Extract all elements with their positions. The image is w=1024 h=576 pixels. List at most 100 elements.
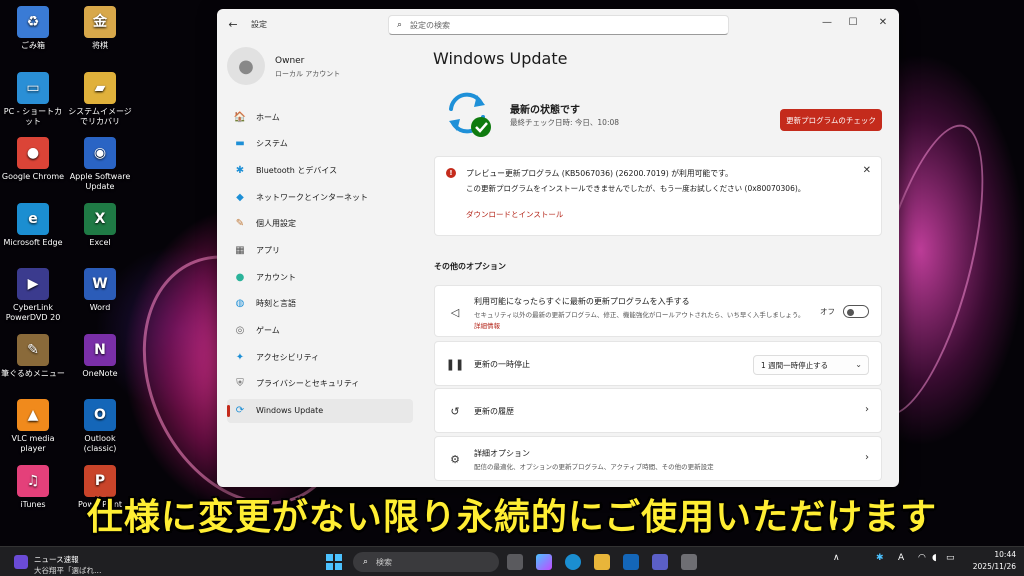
sidebar-item[interactable]: ● アカウント bbox=[227, 265, 413, 289]
desktop-icon[interactable]: ▰ システムイメージでリカバリ bbox=[67, 71, 133, 127]
close-icon[interactable]: ✕ bbox=[863, 165, 871, 176]
sidebar-item-label: Windows Update bbox=[256, 406, 324, 416]
title-bar: ← 設定 ⌕ 設定の検索 — ☐ ✕ bbox=[217, 9, 899, 39]
update-history-option[interactable]: ↺ 更新の履歴 › bbox=[434, 388, 882, 433]
sidebar-item-label: ホーム bbox=[256, 112, 280, 122]
desktop-icon[interactable]: ▶ CyberLink PowerDVD 20 bbox=[0, 268, 66, 323]
taskbar-search-box[interactable]: ⌕ 検索 bbox=[353, 552, 499, 572]
desktop-icon-label: 将棋 bbox=[92, 41, 108, 50]
battery-icon[interactable]: ▭ bbox=[946, 553, 955, 563]
option-title: 更新の一時停止 bbox=[474, 360, 530, 369]
app-icon: ✎ bbox=[17, 333, 49, 366]
file-explorer-icon[interactable] bbox=[594, 554, 610, 570]
desktop-icon[interactable]: e Microsoft Edge bbox=[0, 202, 66, 248]
desktop-icon-label: ごみ箱 bbox=[21, 41, 45, 50]
sidebar-item[interactable]: ◍ 時刻と言語 bbox=[227, 292, 413, 316]
sidebar-item[interactable]: ▦ アプリ bbox=[227, 238, 413, 262]
sidebar-item[interactable]: ▬ システム bbox=[227, 132, 413, 156]
desktop-icon[interactable]: O Outlook (classic) bbox=[67, 399, 133, 454]
ime-indicator[interactable]: A bbox=[898, 553, 904, 563]
sidebar-item[interactable]: ⛨ プライバシーとセキュリティ bbox=[227, 372, 413, 396]
maximize-button[interactable]: ☐ bbox=[839, 13, 867, 31]
sidebar-item[interactable]: ✱ Bluetooth とデバイス bbox=[227, 158, 413, 182]
desktop-icon[interactable]: N OneNote bbox=[67, 333, 133, 379]
desktop-icon[interactable]: ♻ ごみ箱 bbox=[0, 6, 66, 51]
news-widget[interactable]: ニュース速報 大谷翔平「選ばれ… bbox=[14, 552, 134, 575]
start-button[interactable] bbox=[326, 554, 342, 570]
chevron-right-icon: › bbox=[865, 404, 869, 415]
desktop-icon[interactable]: X Excel bbox=[67, 202, 133, 248]
gears-icon: ⚙ bbox=[450, 452, 460, 466]
search-icon: ⌕ bbox=[363, 557, 369, 567]
app-icon: ◉ bbox=[84, 137, 116, 169]
task-view-icon[interactable] bbox=[507, 554, 523, 570]
app-icon: e bbox=[17, 202, 49, 235]
app-icon: ▶ bbox=[17, 268, 49, 300]
sidebar-item-label: Bluetooth とデバイス bbox=[256, 165, 338, 175]
sidebar-item[interactable]: ◆ ネットワークとインターネット bbox=[227, 185, 413, 209]
dropdown-value: 1 週間一時停止する bbox=[761, 360, 829, 370]
wifi-icon[interactable]: ◠ bbox=[918, 553, 926, 563]
pause-updates-option: ❚❚ 更新の一時停止 1 週間一時停止する ⌄ bbox=[434, 341, 882, 386]
sidebar-nav: 🏠 ホーム ▬ システム ✱ Bluetooth とデバイス ◆ ネットワークとインターネット… bbox=[227, 105, 413, 425]
desktop-icon[interactable]: ▭ PC - ショートカット bbox=[0, 71, 66, 127]
alert-title: プレビュー更新プログラム (KB5067036) (26200.7019) が利… bbox=[466, 169, 733, 178]
app-icon: ▲ bbox=[17, 399, 49, 431]
download-install-link[interactable]: ダウンロードとインストール bbox=[466, 209, 563, 220]
desktop-icon[interactable]: 金将棋 bbox=[67, 6, 133, 51]
taskbar-search-label: 検索 bbox=[376, 557, 393, 567]
sidebar-item[interactable]: ✎ 個人用設定 bbox=[227, 212, 413, 236]
nav-icon: ● bbox=[235, 271, 245, 283]
desktop-icon-label: PC - ショートカット bbox=[3, 106, 63, 126]
sidebar-item[interactable]: ✦ アクセシビリティ bbox=[227, 345, 413, 369]
desktop-icon[interactable]: ● Google Chrome bbox=[0, 137, 66, 182]
settings-search-input[interactable]: ⌕ 設定の検索 bbox=[388, 15, 729, 35]
pause-icon: ❚❚ bbox=[445, 357, 465, 371]
sidebar-item[interactable]: ⟳ Windows Update bbox=[227, 398, 413, 423]
user-profile[interactable]: ● Owner ローカル アカウント bbox=[227, 47, 407, 89]
app-icon: ▰ bbox=[84, 71, 116, 104]
desktop-icon-label: Google Chrome bbox=[1, 172, 65, 181]
nav-icon: 🏠 bbox=[233, 111, 247, 123]
close-button[interactable]: ✕ bbox=[869, 13, 897, 31]
clock-time[interactable]: 10:44 bbox=[966, 550, 1016, 559]
get-latest-updates-toggle[interactable] bbox=[843, 305, 869, 318]
nav-icon: ◎ bbox=[235, 325, 245, 336]
outlook-icon[interactable] bbox=[623, 554, 639, 570]
desktop-icon[interactable]: W Word bbox=[67, 268, 133, 313]
learn-more-link[interactable]: 詳細情報 bbox=[474, 320, 500, 330]
clock-date[interactable]: 2025/11/26 bbox=[966, 562, 1016, 571]
section-label: その他のオプション bbox=[434, 262, 506, 271]
desktop-icon-label: VLC media player bbox=[11, 434, 55, 453]
app-icon: O bbox=[84, 399, 116, 431]
settings-icon[interactable] bbox=[681, 554, 697, 570]
bluetooth-icon[interactable]: ✱ bbox=[876, 553, 884, 563]
app-icon: W bbox=[84, 268, 116, 300]
taskbar: ニュース速報 大谷翔平「選ばれ… ⌕ 検索 ∧ ✱ A ◠ ◖ ▭ 10:44 … bbox=[0, 546, 1024, 576]
profile-name: Owner bbox=[275, 56, 305, 66]
sidebar-item[interactable]: ◎ ゲーム bbox=[227, 319, 413, 343]
back-arrow-icon[interactable]: ← bbox=[225, 16, 241, 32]
nav-icon: ▬ bbox=[235, 138, 245, 150]
option-title: 利用可能になったらすぐに最新の更新プログラムを入手する bbox=[474, 297, 690, 306]
sidebar-item[interactable]: 🏠 ホーム bbox=[227, 105, 413, 129]
toggle-state-label: オフ bbox=[820, 307, 835, 316]
copilot-icon[interactable] bbox=[536, 554, 552, 570]
option-title: 詳細オプション bbox=[474, 449, 530, 458]
desktop-icon[interactable]: ✎ 筆ぐるめメニュー bbox=[0, 333, 66, 379]
sidebar-item-label: アクセシビリティ bbox=[256, 352, 320, 362]
edge-icon[interactable] bbox=[565, 554, 581, 570]
nav-icon: ✦ bbox=[235, 351, 245, 363]
chevron-up-icon[interactable]: ∧ bbox=[833, 553, 840, 563]
desktop-icon-label: Word bbox=[89, 303, 111, 312]
desktop-icon[interactable]: ◉ Apple Software Update bbox=[67, 137, 133, 192]
teams-icon[interactable] bbox=[652, 554, 668, 570]
desktop-icon-label: Outlook (classic) bbox=[83, 434, 117, 453]
pause-duration-dropdown[interactable]: 1 週間一時停止する ⌄ bbox=[753, 355, 869, 375]
sync-status-icon bbox=[449, 92, 491, 137]
minimize-button[interactable]: — bbox=[813, 13, 841, 31]
volume-icon[interactable]: ◖ bbox=[932, 553, 937, 563]
check-for-updates-button[interactable]: 更新プログラムのチェック bbox=[780, 109, 882, 131]
desktop-icon[interactable]: ▲ VLC media player bbox=[0, 399, 66, 454]
advanced-options-option[interactable]: ⚙ 詳細オプション 配信の最適化、オプションの更新プログラム、アクティブ時間、そ… bbox=[434, 436, 882, 481]
